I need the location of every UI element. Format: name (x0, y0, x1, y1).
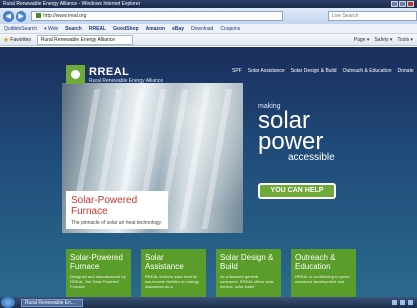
toolbar-item[interactable]: Amazon (146, 26, 165, 32)
site-logo[interactable]: RREAL Rural Renewable Energy Alliance (66, 65, 163, 84)
card-solar-design-build[interactable]: Solar Design & Build As a licensed gener… (216, 249, 281, 297)
url-text: http://www.rreal.org (43, 13, 87, 19)
featured-title: Solar-Powered Furnace (71, 195, 138, 217)
close-button[interactable] (407, 1, 414, 7)
maximize-button[interactable] (399, 1, 406, 7)
toolbar-item[interactable]: RREAL (89, 26, 106, 32)
safety-menu[interactable]: Safety ▾ (374, 37, 392, 43)
card-text: As a licensed general contractor, RREAL … (220, 274, 274, 289)
tagline: making solar power accessible (258, 103, 335, 163)
nav-link-solar-assistance[interactable]: Solar Assistance (248, 68, 285, 74)
tagline-power: power (258, 128, 324, 155)
toolbar-item[interactable]: QuibbleSearch (4, 26, 37, 32)
site-favicon-icon (36, 13, 42, 18)
program-cards: Solar-Powered Furnace Designed and manuf… (66, 249, 356, 297)
featured-subtitle: The pinnacle of solar air heat technolog… (71, 220, 163, 226)
favorites-button[interactable]: Favorites (10, 37, 31, 43)
taskbar: Rural Renewable En... (0, 297, 417, 308)
nav-link-donate[interactable]: Donate (397, 68, 413, 74)
card-title: Solar Design & Build (220, 253, 274, 271)
toolbar-item[interactable]: ▾ Web (44, 26, 58, 32)
network-icon[interactable] (392, 300, 397, 305)
page-menu[interactable]: Page ▾ (354, 37, 370, 43)
url-input[interactable]: http://www.rreal.org (31, 11, 283, 21)
featured-card[interactable]: Solar-Powered Furnace The pinnacle of so… (66, 191, 168, 229)
card-title: Solar-Powered Furnace (70, 253, 123, 271)
card-title: Solar Assistance (145, 253, 184, 271)
star-icon: ★ (3, 36, 10, 44)
nav-link-solar-design-build[interactable]: Solar Design & Build (291, 68, 337, 74)
volume-icon[interactable] (400, 300, 405, 305)
forward-button[interactable]: ▶ (15, 10, 27, 22)
you-can-help-button[interactable]: YOU CAN HELP (258, 183, 336, 199)
toolbar-item[interactable]: eBay (172, 26, 184, 32)
browser-tab[interactable]: Rural Renewable Energy Alliance (36, 34, 133, 45)
tools-menu[interactable]: Tools ▾ (397, 37, 413, 43)
site-nav: SPF Solar Assistance Solar Design & Buil… (232, 68, 414, 74)
card-outreach-education[interactable]: Outreach & Education RREAL is contributi… (291, 249, 356, 297)
security-icon[interactable] (408, 300, 413, 305)
toolbar-search-button[interactable]: Search (65, 26, 82, 32)
card-solar-assistance[interactable]: Solar Assistance RREAL delivers solar he… (141, 249, 206, 297)
system-tray (392, 300, 417, 305)
addon-toolbar: QuibbleSearch ▾ Web Search RREAL GoodSho… (0, 24, 417, 34)
toolbar-item[interactable]: Coupons (220, 26, 240, 32)
logo-name: RREAL (89, 65, 130, 78)
back-button[interactable]: ◀ (3, 10, 14, 22)
minimize-button[interactable] (391, 1, 398, 7)
sun-icon (66, 65, 85, 84)
address-bar: ◀ ▶ http://www.rreal.org Live Search (0, 8, 417, 24)
toolbar-item[interactable]: GoodShop (113, 26, 139, 32)
tagline-accessible: accessible (288, 152, 335, 163)
card-text: RREAL delivers solar heat for low-income… (145, 274, 199, 289)
toolbar-item[interactable]: Download (191, 26, 213, 32)
nav-link-outreach-education[interactable]: Outreach & Education (343, 68, 392, 74)
start-button[interactable] (1, 297, 15, 308)
web-page: RREAL Rural Renewable Energy Alliance SP… (0, 47, 417, 297)
taskbar-item[interactable]: Rural Renewable En... (21, 298, 83, 307)
window-title-bar: Rural Renewable Energy Alliance - Window… (0, 0, 417, 8)
card-title: Outreach & Education (295, 253, 336, 271)
search-input[interactable]: Live Search (327, 11, 417, 21)
favorites-bar: ★ Favorites Rural Renewable Energy Allia… (0, 34, 417, 46)
window-title: Rural Renewable Energy Alliance - Window… (3, 1, 141, 7)
card-text: Designed and manufactured by RREAL, the … (70, 274, 126, 289)
nav-link-spf[interactable]: SPF (232, 68, 242, 74)
card-solar-powered-furnace[interactable]: Solar-Powered Furnace Designed and manuf… (66, 249, 131, 297)
card-text: RREAL is contributing to green workforce… (295, 274, 350, 284)
logo-subtitle: Rural Renewable Energy Alliance (89, 77, 164, 84)
